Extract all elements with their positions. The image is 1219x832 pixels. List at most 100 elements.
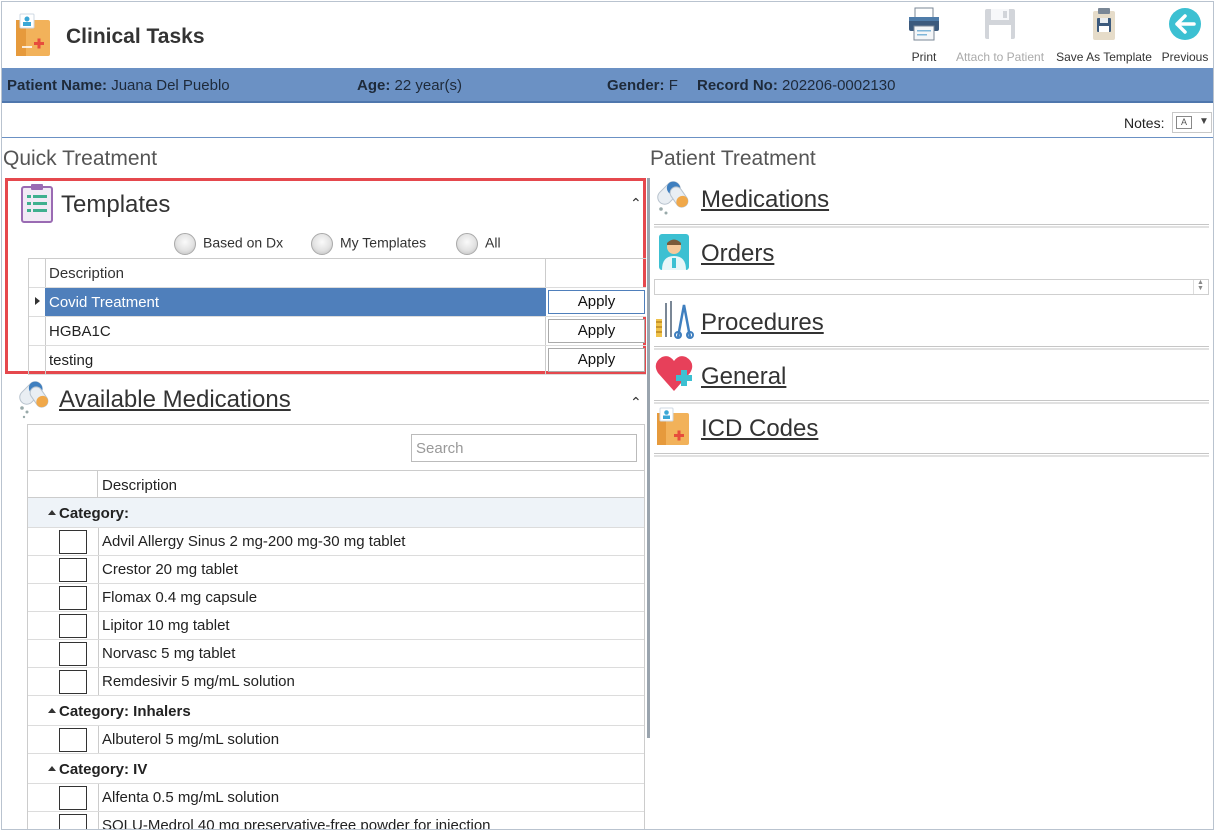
medications-collapse-icon[interactable]: ⌃ bbox=[630, 394, 642, 411]
patient-gender-label: Gender: bbox=[607, 77, 665, 94]
procedures-link[interactable]: Procedures bbox=[701, 309, 824, 337]
templates-title: Templates bbox=[61, 191, 171, 218]
radio-label: My Templates bbox=[340, 234, 427, 251]
patient-age: Age: 22 year(s) bbox=[357, 77, 462, 94]
medications-grid-body: Category: Advil Allergy Sinus 2 mg-200 m… bbox=[28, 498, 644, 829]
patient-record: Record No: 202206-0002130 bbox=[697, 77, 895, 94]
panel-splitter[interactable] bbox=[647, 178, 650, 738]
pills-icon bbox=[19, 381, 49, 419]
radio-all[interactable]: All bbox=[456, 233, 501, 255]
radio-my-templates[interactable]: My Templates bbox=[311, 233, 426, 255]
save-as-template-button[interactable]: Save As Template bbox=[1056, 6, 1152, 66]
medication-checkbox[interactable] bbox=[59, 558, 87, 582]
orders-section: Orders bbox=[654, 232, 1209, 276]
patient-name: Patient Name: Juana Del Pueblo bbox=[7, 77, 230, 94]
icd-codes-link[interactable]: ICD Codes bbox=[701, 415, 818, 443]
print-label: Print bbox=[911, 50, 937, 64]
clipboard-list-icon bbox=[21, 184, 53, 223]
notes-text-icon: A bbox=[1176, 116, 1192, 129]
radio-circle-icon bbox=[174, 233, 196, 255]
medication-search-input[interactable]: Search bbox=[411, 434, 637, 462]
heart-cross-icon bbox=[655, 356, 693, 391]
doctor-icon bbox=[659, 234, 689, 270]
medication-row[interactable]: Albuterol 5 mg/mL solution bbox=[28, 726, 644, 754]
medication-checkbox[interactable] bbox=[59, 728, 87, 752]
previous-label: Previous bbox=[1161, 50, 1209, 64]
patient-age-value: 22 year(s) bbox=[394, 77, 463, 94]
attach-to-patient-button[interactable]: Attach to Patient bbox=[954, 6, 1046, 66]
patient-name-label: Patient Name: bbox=[7, 77, 108, 94]
medication-row[interactable]: Advil Allergy Sinus 2 mg-200 mg-30 mg ta… bbox=[28, 528, 644, 556]
medication-checkbox[interactable] bbox=[59, 530, 87, 554]
medication-name: Remdesivir 5 mg/mL solution bbox=[102, 673, 295, 690]
medications-link[interactable]: Medications bbox=[701, 186, 829, 214]
previous-button[interactable]: Previous bbox=[1160, 6, 1210, 66]
spinner-arrows-icon[interactable]: ▲ ▼ bbox=[1193, 279, 1207, 294]
back-arrow-icon bbox=[1169, 8, 1201, 40]
medication-checkbox[interactable] bbox=[59, 586, 87, 610]
orders-link[interactable]: Orders bbox=[701, 240, 774, 268]
medication-row[interactable]: Norvasc 5 mg tablet bbox=[28, 640, 644, 668]
templates-collapse-icon[interactable]: ⌃ bbox=[630, 195, 642, 212]
procedures-section: Procedures bbox=[654, 299, 1209, 351]
quick-treatment-title: Quick Treatment bbox=[3, 147, 158, 170]
patient-record-value: 202206-0002130 bbox=[782, 77, 896, 94]
collapse-triangle-icon bbox=[48, 510, 56, 515]
templates-grid: Description Covid Treatment Apply HGBA1C… bbox=[28, 258, 646, 375]
clinical-folder-icon bbox=[16, 13, 50, 56]
templates-grid-header: Description bbox=[29, 259, 646, 288]
medication-row[interactable]: Remdesivir 5 mg/mL solution bbox=[28, 668, 644, 696]
category-group-header[interactable]: Category: bbox=[28, 498, 644, 528]
notes-label: Notes: bbox=[1124, 115, 1165, 131]
category-group-header[interactable]: Category: Inhalers bbox=[28, 696, 644, 726]
patient-gender-value: F bbox=[668, 77, 678, 94]
app-window: Clinical Tasks Print Attach to Patient S… bbox=[1, 1, 1214, 830]
apply-button[interactable]: Apply bbox=[548, 348, 645, 372]
surgical-tools-icon bbox=[656, 301, 694, 339]
general-link[interactable]: General bbox=[701, 363, 786, 391]
medication-checkbox[interactable] bbox=[59, 814, 87, 829]
category-label: Category: bbox=[59, 505, 130, 522]
row-indicator-icon bbox=[35, 297, 40, 305]
medication-name: Advil Allergy Sinus 2 mg-200 mg-30 mg ta… bbox=[102, 533, 406, 550]
app-title: Clinical Tasks bbox=[66, 25, 205, 48]
medication-name: Norvasc 5 mg tablet bbox=[102, 645, 236, 662]
template-row[interactable]: HGBA1C Apply bbox=[29, 317, 646, 346]
template-row[interactable]: Covid Treatment Apply bbox=[29, 288, 646, 317]
medication-row[interactable]: Lipitor 10 mg tablet bbox=[28, 612, 644, 640]
medication-row[interactable]: SOLU-Medrol 40 mg preservative-free powd… bbox=[28, 812, 644, 829]
medication-row[interactable]: Flomax 0.4 mg capsule bbox=[28, 584, 644, 612]
template-row[interactable]: testing Apply bbox=[29, 346, 646, 375]
radio-based-on-dx[interactable]: Based on Dx bbox=[174, 233, 283, 255]
template-description: HGBA1C bbox=[49, 323, 111, 340]
app-header: Clinical Tasks Print Attach to Patient S… bbox=[2, 2, 1213, 68]
patient-name-value: Juana Del Pueblo bbox=[111, 77, 230, 94]
apply-button[interactable]: Apply bbox=[548, 319, 645, 343]
print-button[interactable]: Print bbox=[902, 6, 946, 66]
category-group-header[interactable]: Category: IV bbox=[28, 754, 644, 784]
pills-icon bbox=[657, 181, 689, 215]
medication-name: Alfenta 0.5 mg/mL solution bbox=[102, 789, 280, 806]
chevron-down-icon: ▼ bbox=[1199, 116, 1209, 127]
template-description: testing bbox=[49, 352, 94, 369]
medication-checkbox[interactable] bbox=[59, 642, 87, 666]
medication-checkbox[interactable] bbox=[59, 614, 87, 638]
notes-dropdown[interactable]: A ▼ bbox=[1172, 112, 1212, 133]
column-header-description: Description bbox=[49, 265, 125, 282]
orders-numeric-field[interactable]: ▲ ▼ bbox=[654, 279, 1209, 295]
apply-button[interactable]: Apply bbox=[548, 290, 645, 314]
medication-checkbox[interactable] bbox=[59, 786, 87, 810]
clinical-folder-icon bbox=[657, 407, 689, 445]
medication-row[interactable]: Crestor 20 mg tablet bbox=[28, 556, 644, 584]
medication-row[interactable]: Alfenta 0.5 mg/mL solution bbox=[28, 784, 644, 812]
patient-info-bar: Patient Name: Juana Del Pueblo Age: 22 y… bbox=[2, 68, 1213, 103]
available-medications-title[interactable]: Available Medications bbox=[59, 386, 291, 414]
patient-age-label: Age: bbox=[357, 77, 391, 94]
printer-icon bbox=[909, 7, 939, 41]
icd-codes-section: ICD Codes bbox=[654, 407, 1209, 459]
save-disk-icon bbox=[985, 9, 1015, 39]
collapse-triangle-icon bbox=[48, 708, 56, 713]
medication-checkbox[interactable] bbox=[59, 670, 87, 694]
save-as-template-label: Save As Template bbox=[1056, 50, 1152, 64]
medication-name: Flomax 0.4 mg capsule bbox=[102, 589, 258, 606]
